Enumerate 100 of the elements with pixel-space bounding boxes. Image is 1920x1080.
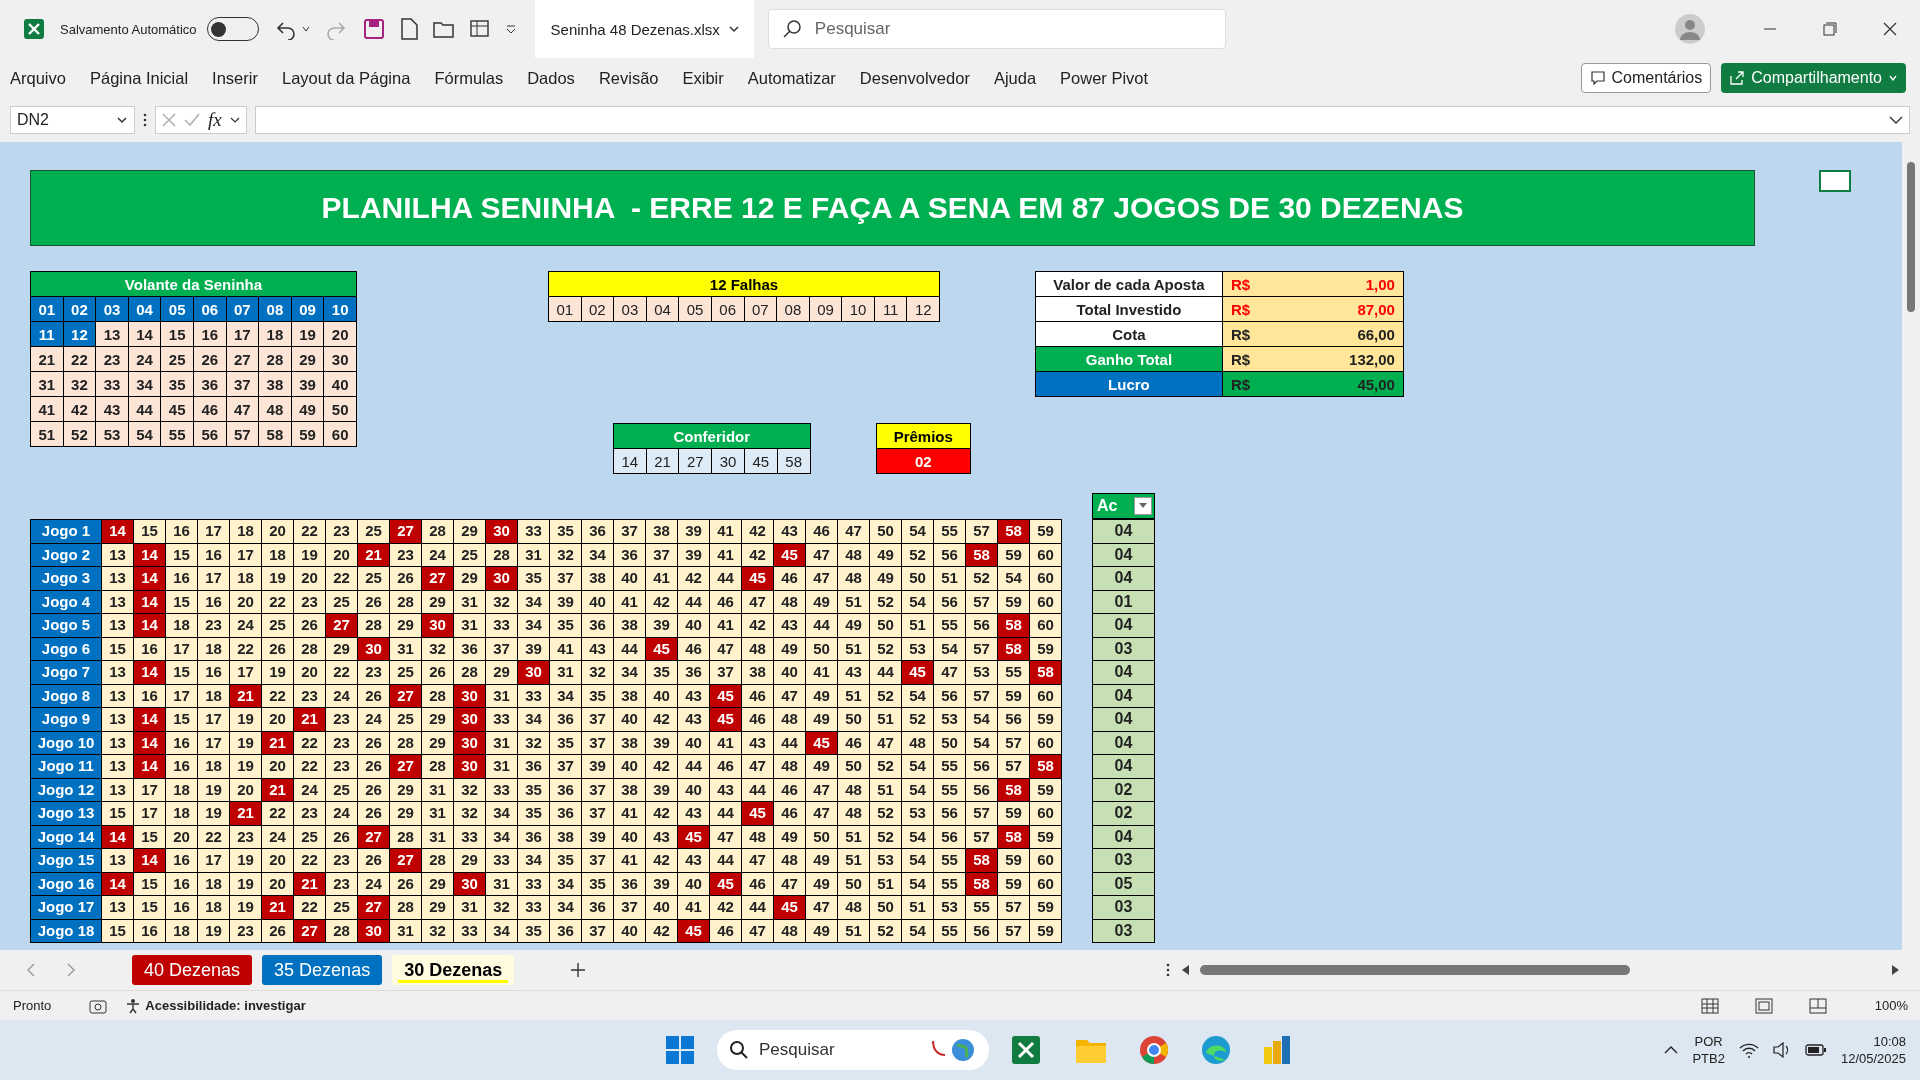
menu-item[interactable]: Power Pivot (1048, 68, 1161, 88)
accessibility-status[interactable]: Acessibilidade: investigar (145, 998, 306, 1013)
number-cell: 51 (30, 421, 64, 447)
menu-item[interactable]: Inserir (200, 68, 270, 88)
save-icon[interactable] (362, 18, 385, 40)
game-label: Jogo 4 (30, 590, 102, 614)
hits-cell: 03 (1092, 637, 1155, 661)
browser-icon[interactable] (1139, 1035, 1169, 1065)
table-title: Volante da Seninha (30, 271, 357, 297)
search-icon (729, 1040, 749, 1060)
caret-icon[interactable] (300, 24, 311, 34)
cell-reference: DN2 (17, 111, 49, 129)
close-icon[interactable] (1883, 22, 1897, 36)
keyboard-layout: PTB2 (1692, 1050, 1725, 1067)
file-name-dropdown[interactable]: Seninha 48 Dezenas.xlsx (534, 0, 754, 58)
restore-icon[interactable] (1823, 22, 1837, 36)
number-cell: 25 (357, 519, 390, 543)
menu-item[interactable]: Revisão (586, 68, 671, 88)
horizontal-scrollbar[interactable] (1182, 962, 1900, 978)
sheet-banner: PLANILHA SENINHA - ERRE 12 E FAÇA A SENA EM 87 JOGOS DE 30 DEZENAS (30, 170, 1755, 246)
check-icon[interactable] (184, 113, 200, 127)
input-language[interactable]: POR PTB2 (1692, 1033, 1725, 1067)
number-cell: 33 (517, 519, 550, 543)
amount: 132,00 (1349, 350, 1395, 368)
sheet-tab[interactable]: 40 Dezenas (132, 955, 253, 985)
macro-record-icon[interactable] (89, 997, 108, 1014)
sheet-tab[interactable]: 30 Dezenas (392, 955, 515, 985)
hits-cell: 05 (1092, 872, 1155, 896)
volume-icon[interactable] (1772, 1042, 1791, 1058)
normal-view-icon[interactable] (1700, 997, 1719, 1014)
menu-item[interactable]: Arquivo (10, 68, 78, 88)
number-cell: 20 (261, 519, 294, 543)
hits-cell: 04 (1092, 825, 1155, 849)
hits-cell: 04 (1092, 660, 1155, 684)
more-icon[interactable] (143, 113, 147, 127)
sheet-tab[interactable]: 35 Dezenas (262, 955, 383, 985)
customize-caret-icon[interactable] (504, 23, 517, 35)
bar-chart-app-icon[interactable] (1263, 1035, 1291, 1065)
expand-icon[interactable] (1889, 115, 1903, 125)
label-cell: Cota (1035, 321, 1223, 347)
number-cell: 39 (677, 519, 710, 543)
folder-icon[interactable] (432, 19, 455, 39)
form-icon[interactable] (468, 18, 491, 40)
comments-button[interactable]: Comentários (1580, 63, 1712, 93)
caret-icon[interactable] (727, 23, 740, 35)
start-icon[interactable] (665, 1035, 695, 1065)
avatar-icon[interactable] (1674, 13, 1706, 45)
number-cell: 41 (709, 519, 742, 543)
taskbar-search-field[interactable]: Pesquisar (717, 1030, 989, 1070)
page-layout-icon[interactable] (1754, 997, 1773, 1014)
spreadsheet-app-icon (22, 17, 46, 41)
wifi-icon[interactable] (1738, 1042, 1759, 1058)
menu-item[interactable]: Exibir (670, 68, 736, 88)
number-cell: 15 (133, 519, 166, 543)
new-file-icon[interactable] (398, 18, 419, 40)
number-cell: 59 (1029, 519, 1062, 543)
name-box[interactable]: DN2 (10, 106, 135, 134)
menu-item[interactable]: Página Inicial (77, 68, 201, 88)
clock[interactable]: 10:08 12/05/2025 (1840, 1033, 1906, 1067)
formula-input[interactable] (254, 106, 1910, 134)
browser-wave-icon[interactable] (1201, 1035, 1231, 1065)
selected-cell[interactable] (1819, 170, 1851, 192)
search-field[interactable]: Pesquisar (767, 9, 1226, 49)
caret-icon[interactable] (116, 114, 128, 126)
battery-icon[interactable] (1804, 1043, 1827, 1057)
caret-icon[interactable] (229, 115, 240, 125)
number-cell: 58 (997, 519, 1030, 543)
insert-function-button[interactable]: fx (208, 109, 222, 131)
menu-item[interactable]: Automatizar (735, 68, 848, 88)
share-button[interactable]: Compartilhamento (1721, 63, 1906, 93)
number-cell: 43 (773, 519, 806, 543)
zoom-level[interactable]: 100% (1874, 998, 1908, 1013)
currency-symbol: R$ (1230, 325, 1251, 343)
menu-item[interactable]: Fórmulas (422, 68, 516, 88)
currency-symbol: R$ (1230, 350, 1251, 368)
game-label: Jogo 15 (30, 848, 102, 872)
search-icon (781, 19, 802, 39)
amount: 45,00 (1357, 375, 1395, 393)
menu-item[interactable]: Ajuda (981, 68, 1049, 88)
add-sheet-icon[interactable] (570, 962, 587, 978)
page-break-icon[interactable] (1808, 997, 1827, 1014)
hits-cell: 02 (1092, 801, 1155, 825)
filter-button[interactable] (1134, 497, 1152, 515)
menu-item[interactable]: Layout da Página (269, 68, 423, 88)
hits-cell: 04 (1092, 519, 1155, 543)
game-label: Jogo 2 (30, 543, 102, 567)
number-cell: 17 (197, 519, 230, 543)
game-label: Jogo 14 (30, 825, 102, 849)
more-icon[interactable] (1166, 963, 1171, 977)
menu-item[interactable]: Desenvolvedor (847, 68, 982, 88)
game-label: Jogo 8 (30, 684, 102, 708)
scroll-right-icon[interactable] (1891, 965, 1900, 975)
number-cell: 01 (548, 296, 582, 322)
scroll-left-icon[interactable] (1182, 965, 1191, 975)
spreadsheet-app-icon[interactable] (1011, 1035, 1041, 1065)
number-cell: 37 (613, 519, 646, 543)
chevron-up-icon[interactable] (1664, 1045, 1679, 1055)
game-label: Jogo 10 (30, 731, 102, 755)
header-text: Ac (1097, 497, 1118, 515)
menu-item[interactable]: Dados (515, 68, 587, 88)
